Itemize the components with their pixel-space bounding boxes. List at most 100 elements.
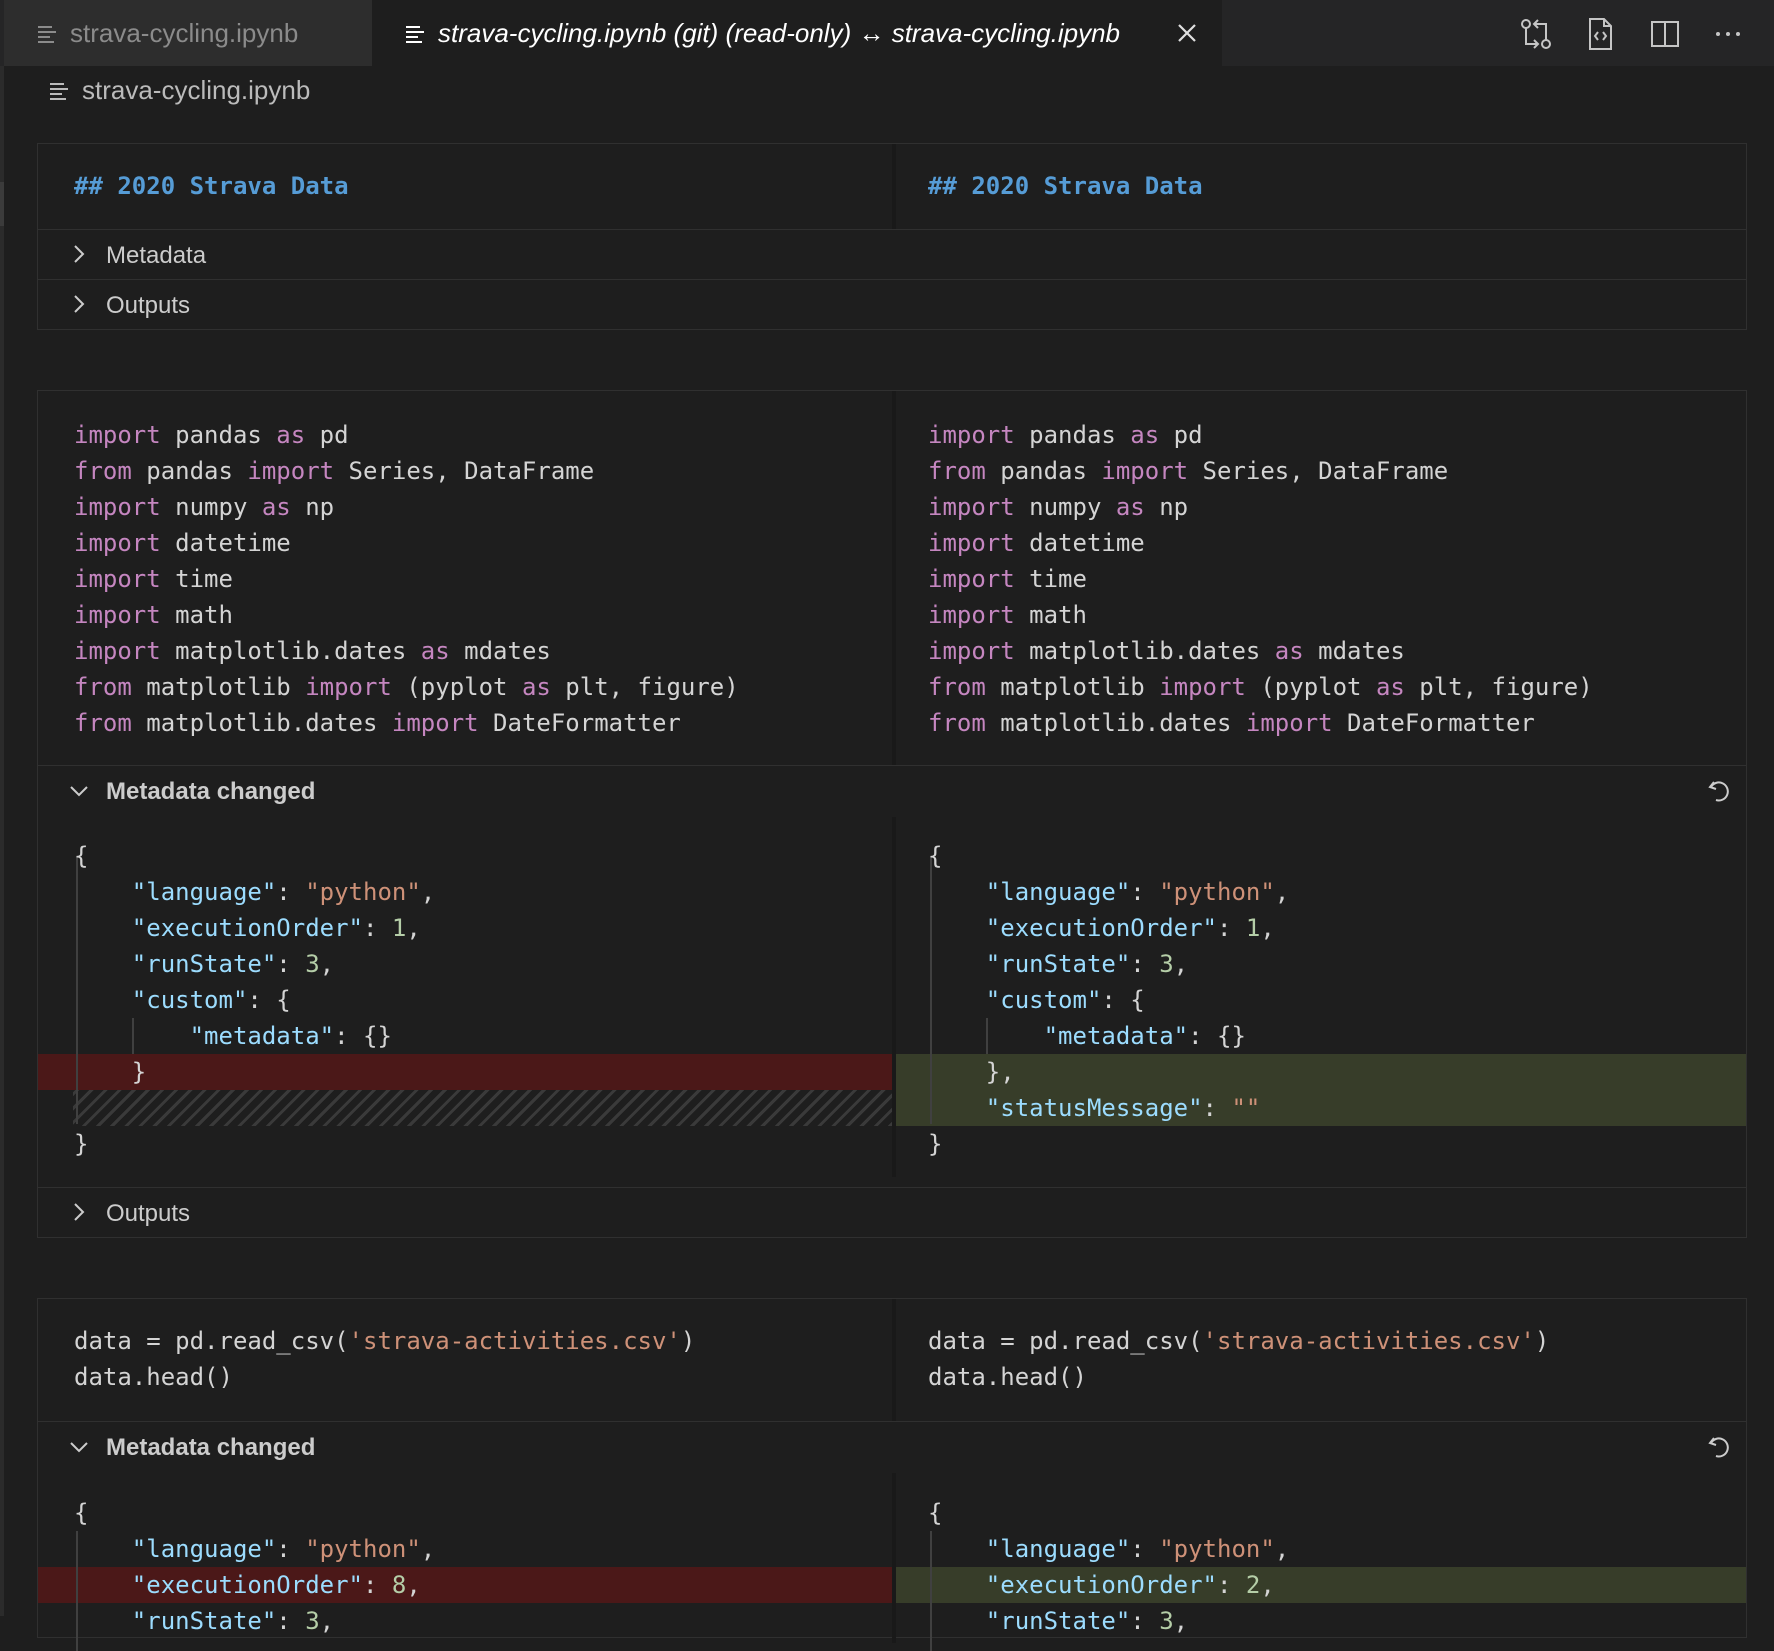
code-line: import time: [928, 561, 1593, 597]
markdown-right: ## 2020 Strava Data: [928, 172, 1203, 200]
code-token: (pyplot: [1245, 673, 1376, 701]
code-token: "metadata": [189, 1022, 335, 1050]
code-token: "metadata": [1043, 1022, 1189, 1050]
breadcrumb-label: strava-cycling.ipynb: [82, 74, 311, 105]
metadata-row[interactable]: Metadata: [38, 229, 1746, 280]
code-token: import: [74, 493, 161, 521]
code-line: "executionOrder": 1,: [928, 910, 1289, 946]
code-token: import: [391, 709, 479, 737]
code-token: {: [74, 842, 89, 870]
tab-diff[interactable]: strava-cycling.ipynb (git) (read-only) ↔…: [372, 0, 1222, 66]
code-token: from: [928, 457, 986, 485]
code-line: data.head(): [74, 1359, 695, 1395]
code-line: import matplotlib.dates as mdates: [74, 633, 739, 669]
code-token: DateFormatter: [478, 709, 681, 737]
code-token: : {: [1101, 986, 1145, 1014]
revert-icon[interactable]: [1706, 1434, 1732, 1460]
code-token: ,: [420, 1535, 436, 1563]
code-line: {: [928, 838, 1289, 874]
metadata-changed-label: Metadata changed: [106, 778, 316, 805]
code-line: "metadata": {}: [928, 1018, 1289, 1054]
code-token: mdates: [1303, 637, 1405, 665]
code-token: :: [362, 914, 392, 942]
more-actions-icon[interactable]: [1708, 14, 1748, 54]
chevron-down-icon: [70, 1442, 88, 1453]
code-line: },: [928, 1054, 1289, 1090]
code-token: import: [928, 493, 1015, 521]
code-token: ,: [1274, 878, 1290, 906]
diff-divider: [892, 391, 896, 765]
code-cell-diff: import pandas as pd from pandas import Se…: [37, 390, 1747, 1238]
outputs-row[interactable]: Outputs: [38, 279, 1746, 330]
code-line: import pandas as pd: [928, 417, 1593, 453]
code-token: numpy: [1014, 493, 1116, 521]
code-token: {: [74, 1499, 89, 1527]
code-line: "executionOrder": 8,: [74, 1567, 435, 1603]
diff-divider: [892, 1299, 896, 1421]
code-token: "python": [305, 1535, 421, 1563]
code-token: :: [1216, 914, 1246, 942]
code-token: from: [928, 673, 986, 701]
code-token: "custom": [985, 986, 1102, 1014]
code-token: ,: [1173, 1607, 1189, 1635]
code-left: import pandas as pd from pandas import Se…: [74, 417, 739, 741]
metadata-changed-row[interactable]: Metadata changed: [38, 765, 1746, 818]
code-line: "language": "python",: [74, 874, 435, 910]
code-token: plt, figure): [550, 673, 739, 701]
markdown-cell-diff: ## 2020 Strava Data ## 2020 Strava Data …: [37, 143, 1747, 330]
code-token: time: [1014, 565, 1087, 593]
breadcrumb[interactable]: strava-cycling.ipynb: [50, 72, 310, 108]
code-token: as: [521, 673, 551, 701]
code-line: import datetime: [928, 525, 1593, 561]
code-line: import numpy as np: [928, 489, 1593, 525]
code-token: :: [1202, 1094, 1232, 1122]
chevron-down-icon: [70, 786, 88, 797]
code-token: matplotlib: [131, 673, 306, 701]
outputs-row[interactable]: Outputs: [38, 1187, 1746, 1238]
code-token: : {: [247, 986, 291, 1014]
outputs-label: Outputs: [106, 292, 191, 319]
open-file-icon[interactable]: [1580, 14, 1620, 54]
code-token: "executionOrder": [131, 1571, 363, 1599]
code-token: "executionOrder": [131, 914, 363, 942]
code-token: {: [928, 842, 943, 870]
metadata-changed-row[interactable]: Metadata changed: [38, 1421, 1746, 1474]
code-token: :: [276, 878, 306, 906]
code-token: import: [74, 529, 161, 557]
code-token: matplotlib.dates: [985, 709, 1246, 737]
code-token: np: [290, 493, 335, 521]
code-token: 3: [1159, 950, 1174, 978]
code-line: {: [928, 1495, 1289, 1531]
code-token: : {}: [334, 1022, 392, 1050]
code-line: import time: [74, 561, 739, 597]
code-token: import: [1245, 709, 1333, 737]
tab-bar: strava-cycling.ipynb strava-cycling.ipyn…: [0, 0, 1774, 66]
git-compare-icon[interactable]: [1516, 14, 1556, 54]
code-token: import: [928, 601, 1015, 629]
code-token: as: [276, 421, 306, 449]
code-token: as: [1115, 493, 1145, 521]
code-token: "executionOrder": [985, 914, 1217, 942]
split-editor-icon[interactable]: [1645, 14, 1685, 54]
code-line: "executionOrder": 2,: [928, 1567, 1289, 1603]
code-token: :: [276, 950, 306, 978]
revert-icon[interactable]: [1706, 778, 1732, 804]
code-token: data.head(): [74, 1363, 233, 1391]
code-token: import: [928, 529, 1015, 557]
close-icon[interactable]: [1174, 20, 1200, 46]
chevron-right-icon: [74, 1203, 85, 1221]
code-token: import: [74, 601, 161, 629]
code-token: 1: [391, 914, 407, 942]
tab-notebook[interactable]: strava-cycling.ipynb: [4, 0, 372, 66]
code-token: as: [1274, 637, 1304, 665]
